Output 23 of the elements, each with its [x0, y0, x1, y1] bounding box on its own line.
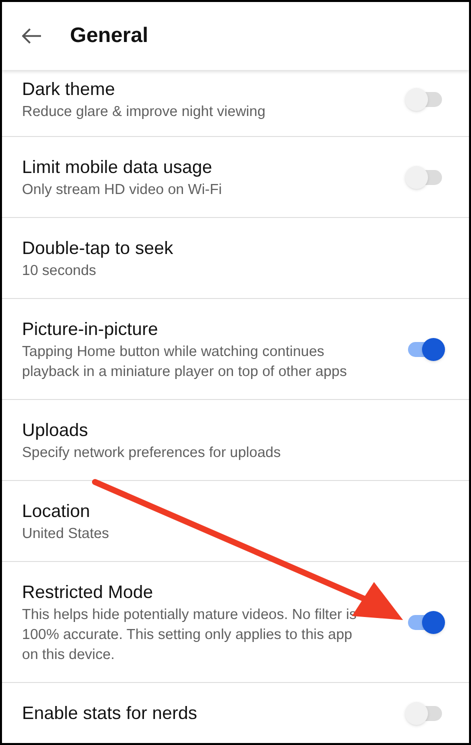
setting-title: Location — [22, 500, 92, 523]
setting-description: 10 seconds — [22, 262, 98, 281]
setting-description: Tapping Home button while watching continues playback in a miniature player on top of other apps — [22, 343, 348, 382]
setting-title: Limit mobile data usage — [22, 156, 214, 179]
setting-title: Restricted Mode — [22, 581, 154, 604]
setting-title: Enable stats for nerds — [22, 702, 198, 725]
setting-title: Double-tap to seek — [22, 237, 174, 260]
setting-row[interactable]: Uploads Specify network preferences for uploads — [2, 400, 469, 481]
setting-row[interactable]: Double-tap to seek 10 seconds — [2, 218, 469, 299]
page-title: General — [70, 23, 148, 50]
setting-title: Uploads — [22, 419, 90, 442]
setting-description: Specify network preferences for uploads — [22, 444, 282, 463]
setting-row[interactable]: Picture-in-picture Tapping Home button while watching continues playback in a miniature player on top of other apps — [2, 299, 469, 400]
back-icon[interactable] — [22, 28, 42, 44]
setting-row[interactable]: Enable stats for nerds — [2, 683, 469, 743]
setting-row[interactable]: Limit mobile data usage Only stream HD video on Wi-Fi — [2, 137, 469, 218]
setting-description: Only stream HD video on Wi-Fi — [22, 181, 223, 200]
setting-title: Picture-in-picture — [22, 318, 160, 341]
setting-row[interactable]: Dark theme Reduce glare & improve night viewing — [2, 70, 469, 137]
setting-title: Dark theme — [22, 78, 116, 101]
setting-row[interactable]: Location United States — [2, 481, 469, 562]
setting-description: United States — [22, 525, 110, 544]
setting-description: Reduce glare & improve night viewing — [22, 103, 266, 122]
